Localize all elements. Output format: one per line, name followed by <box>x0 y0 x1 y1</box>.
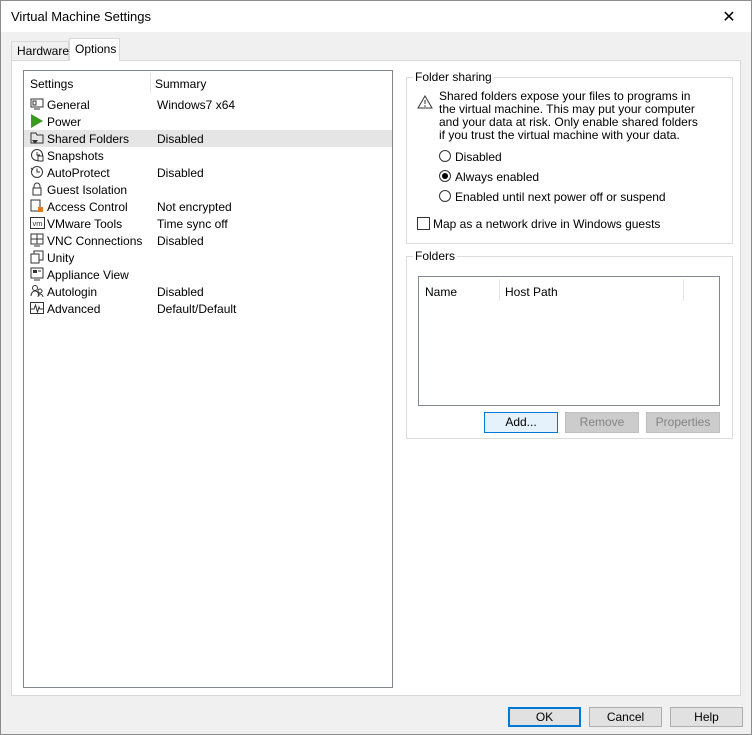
setting-label: General <box>47 98 90 112</box>
shared-folders-icon <box>30 131 44 145</box>
setting-summary: Disabled <box>157 132 204 146</box>
radio-label[interactable]: Disabled <box>455 150 502 164</box>
setting-label: Access Control <box>47 200 128 214</box>
setting-row-general[interactable]: General Windows7 x64 <box>28 96 390 113</box>
setting-row-advanced[interactable]: Advanced Default/Default <box>28 300 390 317</box>
setting-row-shared-folders[interactable]: Shared Folders Disabled <box>24 130 392 147</box>
setting-summary: Disabled <box>157 166 204 180</box>
folders-legend: Folders <box>413 249 458 263</box>
ok-button[interactable]: OK <box>508 707 581 727</box>
setting-row-access-control[interactable]: Access Control Not encrypted <box>28 198 390 215</box>
access-control-icon <box>30 199 44 213</box>
column-host-path[interactable]: Host Path <box>505 285 558 299</box>
setting-label: Power <box>47 115 82 129</box>
column-divider <box>499 279 500 301</box>
help-button[interactable]: Help <box>670 707 743 727</box>
window-title: Virtual Machine Settings <box>11 9 151 24</box>
setting-row-unity[interactable]: Unity <box>28 249 390 266</box>
setting-label: VNC Connections <box>47 234 143 248</box>
setting-row-autologin[interactable]: Autologin Disabled <box>28 283 390 300</box>
vm-icon: vm <box>30 216 45 230</box>
title-bar: Virtual Machine Settings ✕ <box>1 1 751 32</box>
tab-hardware[interactable]: Hardware <box>11 41 69 61</box>
column-divider <box>683 279 684 301</box>
folder-properties-button[interactable]: Properties <box>646 412 720 433</box>
setting-row-snapshots[interactable]: Snapshots <box>28 147 390 164</box>
setting-row-power[interactable]: Power <box>28 113 390 130</box>
radio-circle[interactable] <box>439 150 451 162</box>
folder-sharing-legend: Folder sharing <box>413 70 494 84</box>
close-button[interactable]: ✕ <box>707 1 751 32</box>
autologin-users-icon <box>30 284 44 298</box>
setting-label: Autologin <box>47 285 98 299</box>
setting-label: Unity <box>47 251 75 265</box>
setting-summary: Windows7 x64 <box>157 98 236 112</box>
settings-window: Virtual Machine Settings ✕ Hardware Opti… <box>0 0 752 735</box>
radio-label[interactable]: Enabled until next power off or suspend <box>455 190 666 204</box>
column-name[interactable]: Name <box>425 285 457 299</box>
column-settings[interactable]: Settings <box>30 77 73 91</box>
setting-label: Advanced <box>47 302 101 316</box>
settings-list: Settings Summary General Windows7 x64 Po… <box>23 70 393 688</box>
setting-row-autoprotect[interactable]: AutoProtect Disabled <box>28 164 390 181</box>
setting-label: Shared Folders <box>47 132 130 146</box>
setting-summary: Disabled <box>157 285 204 299</box>
advanced-pulse-icon <box>30 301 44 315</box>
folder-sharing-group: Folder sharing Shared folders expose you… <box>406 70 733 244</box>
list-header: Settings Summary <box>24 71 392 95</box>
folders-table[interactable]: Name Host Path <box>418 276 720 406</box>
warning-icon <box>417 94 433 110</box>
add-folder-button[interactable]: Add... <box>484 412 558 433</box>
cancel-button[interactable]: Cancel <box>589 707 662 727</box>
shared-folders-warning: Shared folders expose your files to prog… <box>439 89 698 142</box>
autoprotect-clock-icon <box>30 165 44 179</box>
options-panel: Settings Summary General Windows7 x64 Po… <box>11 60 741 696</box>
lock-icon <box>30 182 44 196</box>
radio-label[interactable]: Always enabled <box>455 170 539 184</box>
appliance-view-icon <box>30 267 44 281</box>
setting-summary: Time sync off <box>157 217 228 231</box>
setting-row-guest-isolation[interactable]: Guest Isolation <box>28 181 390 198</box>
setting-label: AutoProtect <box>47 166 110 180</box>
folders-group: Folders Name Host Path Add... Remove Pro… <box>406 249 733 439</box>
setting-row-appliance-view[interactable]: Appliance View <box>28 266 390 283</box>
vnc-icon <box>30 233 44 247</box>
checkbox-label[interactable]: Map as a network drive in Windows guests <box>433 217 660 231</box>
setting-summary: Default/Default <box>157 302 237 316</box>
column-divider <box>150 73 151 93</box>
tab-options[interactable]: Options <box>69 38 120 61</box>
setting-row-vnc-connections[interactable]: VNC Connections Disabled <box>28 232 390 249</box>
setting-summary: Not encrypted <box>157 200 232 214</box>
setting-label: VMware Tools <box>47 217 123 231</box>
general-icon <box>30 97 44 111</box>
column-summary[interactable]: Summary <box>155 77 206 91</box>
snapshots-icon <box>30 148 44 162</box>
radio-circle[interactable] <box>439 170 451 182</box>
setting-summary: Disabled <box>157 234 204 248</box>
svg-text:vm: vm <box>33 219 43 228</box>
remove-folder-button[interactable]: Remove <box>565 412 639 433</box>
checkbox-box[interactable] <box>417 217 430 230</box>
setting-label: Appliance View <box>47 268 129 282</box>
setting-label: Snapshots <box>47 149 104 163</box>
radio-circle[interactable] <box>439 190 451 202</box>
unity-icon <box>30 250 44 264</box>
setting-row-vmware-tools[interactable]: vm VMware Tools Time sync off <box>28 215 390 232</box>
power-play-icon <box>30 114 44 128</box>
setting-label: Guest Isolation <box>47 183 128 197</box>
